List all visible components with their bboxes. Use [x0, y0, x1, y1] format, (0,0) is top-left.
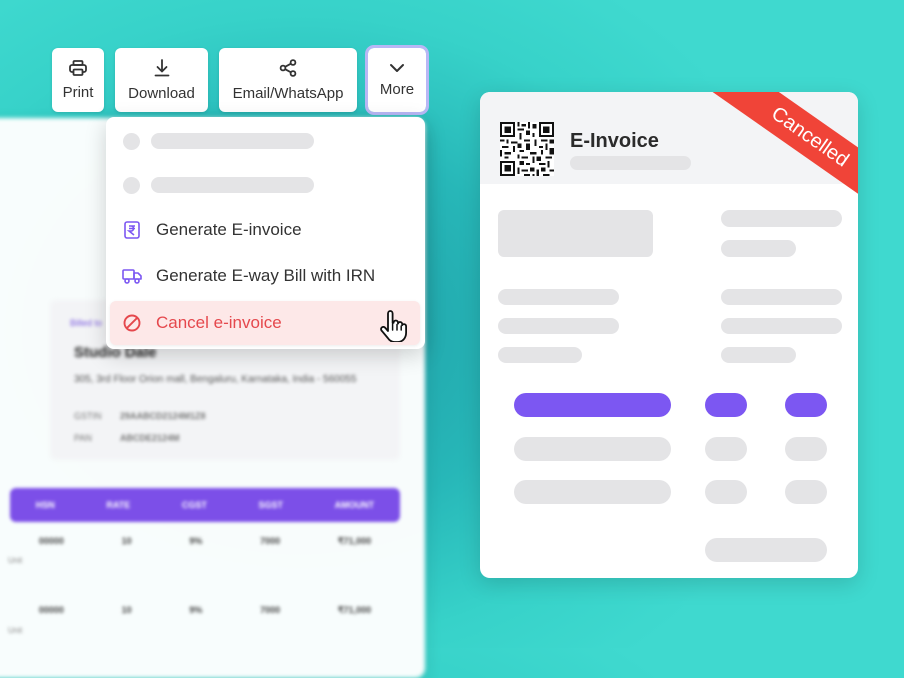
rupee-doc-icon	[122, 220, 142, 240]
skeleton-bar	[705, 437, 747, 461]
download-button[interactable]: Download	[115, 48, 208, 112]
download-icon	[154, 58, 169, 76]
printer-icon	[69, 59, 87, 76]
hand-pointer-icon	[380, 310, 407, 342]
more-dropdown-menu: Generate E-invoice Generate E-way Bill w…	[106, 117, 425, 349]
table-row: 00000 10 9% 7000 ₹71,000	[38, 536, 372, 546]
skeleton-bar	[498, 318, 619, 334]
table-row: 00000 10 9% 7000 ₹71,000	[38, 605, 372, 615]
share-label: Email/WhatsApp	[232, 84, 344, 102]
skeleton-bar	[721, 240, 796, 257]
skeleton-dot	[123, 177, 140, 194]
skeleton-bar	[721, 347, 796, 363]
skeleton-bar	[498, 347, 582, 363]
skeleton-bar	[514, 437, 671, 461]
pan-row: PAN ABCDE2124M	[74, 433, 180, 443]
skeleton-total-bar	[705, 538, 827, 562]
menu-item-label: Cancel e-invoice	[156, 313, 282, 332]
print-label: Print	[62, 83, 94, 101]
skeleton-block	[498, 210, 653, 257]
skeleton-header-bar	[705, 393, 747, 417]
ban-icon	[122, 313, 142, 333]
email-whatsapp-button[interactable]: Email/WhatsApp	[219, 48, 357, 112]
more-label: More	[379, 80, 415, 98]
menu-item-generate-einvoice[interactable]: Generate E-invoice	[110, 210, 420, 250]
print-button[interactable]: Print	[52, 48, 104, 112]
menu-item-label: Generate E-invoice	[156, 220, 302, 239]
billed-to-tag: Billed to	[70, 318, 103, 328]
row-unit-label: Unit	[8, 626, 23, 635]
download-label: Download	[128, 84, 195, 102]
skeleton-bar	[785, 480, 827, 504]
more-button[interactable]: More	[365, 45, 429, 115]
truck-icon	[122, 266, 142, 286]
skeleton-bar	[721, 289, 842, 305]
skeleton-header-bar	[785, 393, 827, 417]
skeleton-header-bar	[514, 393, 671, 417]
items-table-header: HSN RATE CGST SGST AMOUNT	[10, 488, 400, 522]
card-title: E-Invoice	[570, 130, 659, 152]
share-icon	[279, 58, 297, 77]
menu-item-generate-eway-bill[interactable]: Generate E-way Bill with IRN	[110, 256, 420, 296]
skeleton-bar	[721, 318, 842, 334]
gstin-row: GSTIN 29AABCD2124M1Z8	[74, 411, 206, 421]
skeleton-dot	[123, 133, 140, 150]
skeleton-bar	[498, 289, 619, 305]
menu-item-label: Generate E-way Bill with IRN	[156, 266, 376, 285]
qr-code-icon	[500, 122, 554, 176]
menu-item-cancel-einvoice[interactable]: Cancel e-invoice	[110, 301, 420, 345]
skeleton-bar	[151, 133, 314, 149]
e-invoice-card: E-Invoice Cancelled	[480, 92, 858, 578]
skeleton-bar	[721, 210, 842, 227]
skeleton-bar	[570, 156, 691, 170]
chevron-down-icon	[390, 63, 404, 72]
row-unit-label: Unit	[8, 556, 23, 565]
skeleton-bar	[151, 177, 314, 193]
skeleton-bar	[785, 437, 827, 461]
company-address: 305, 3rd Floor Orion mall, Bengaluru, Ka…	[74, 374, 357, 385]
skeleton-bar	[705, 480, 747, 504]
skeleton-bar	[514, 480, 671, 504]
